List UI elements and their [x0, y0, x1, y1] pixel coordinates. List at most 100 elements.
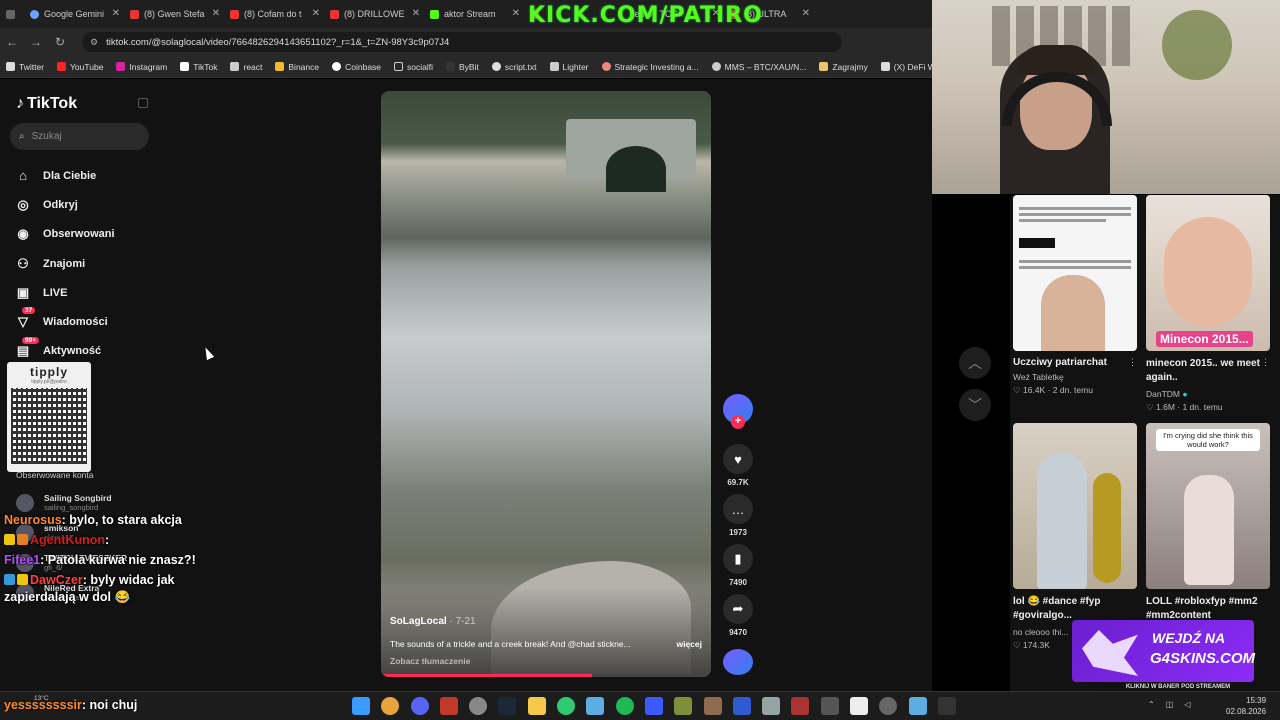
chevron-down-icon: ﹀ [968, 397, 982, 413]
sidebar-item-wiadomosci[interactable]: ▽ 37 Wiadomości [14, 307, 115, 336]
app-icon[interactable] [732, 697, 751, 715]
tab-kick[interactable]: aktor Stream ✕ [424, 0, 524, 28]
tab-gemini[interactable]: Google Gemini ✕ [24, 0, 124, 28]
follow-plus-icon[interactable]: + [731, 415, 745, 429]
terminal-icon[interactable] [937, 697, 956, 715]
recommended-card[interactable]: I'm crying did she think this would work… [1146, 423, 1270, 623]
bookmark-coinbase[interactable]: Coinbase [332, 62, 381, 72]
address-bar[interactable]: ⚙ tiktok.com/@solaglocal/video/7664826294… [82, 32, 842, 52]
settings-icon[interactable] [879, 697, 898, 715]
sidebar-item-dla-ciebie[interactable]: ⌂ Dla Ciebie [14, 161, 115, 190]
volume-icon[interactable]: ◁ [1184, 700, 1190, 709]
search-icon: ⌕ [19, 131, 25, 142]
instagram-icon [116, 62, 126, 71]
video-description: The sounds of a trickle and a creek brea… [390, 639, 702, 649]
tab-youtube-3[interactable]: (8) DRILLOWE ✕ [324, 0, 424, 28]
close-icon[interactable]: ✕ [312, 8, 320, 19]
sidebar-item-live[interactable]: ▣ LIVE [14, 278, 115, 307]
close-icon[interactable]: ✕ [412, 8, 420, 19]
app-icon[interactable] [762, 697, 781, 715]
bookmark-bybit[interactable]: ByBit [446, 62, 479, 72]
back-icon[interactable]: ← [0, 35, 24, 49]
app-icon[interactable] [820, 697, 839, 715]
tiktok-logo[interactable]: ♪ TikTok [16, 95, 77, 113]
spotify-icon[interactable] [615, 697, 634, 715]
sidebar-item-odkryj[interactable]: ◎ Odkryj [14, 190, 115, 219]
sidebar-item-obserwowani[interactable]: ◉ Obserwowani [14, 220, 114, 249]
next-creator-avatar[interactable] [723, 649, 753, 675]
app-icon[interactable] [791, 697, 810, 715]
bookmark-binance[interactable]: Binance [275, 62, 319, 72]
chrome-icon[interactable] [381, 697, 400, 715]
live-icon: ▣ [16, 284, 30, 300]
app-icon[interactable] [469, 697, 488, 715]
next-video-button[interactable]: ﹀ [959, 389, 991, 421]
recommended-card[interactable]: Uczciwy patriarchat Weź Tabletkę ♡ 16.4K… [1013, 195, 1137, 396]
share-count: 9470 [729, 628, 747, 637]
save-button[interactable]: ▮ 7490 [720, 544, 756, 587]
collapse-sidebar-icon[interactable] [138, 98, 148, 108]
folder-icon[interactable] [527, 697, 546, 715]
app-icon[interactable] [586, 697, 605, 715]
app-icon[interactable] [557, 697, 576, 715]
video-player[interactable]: SoLagLocal · 7-21 The sounds of a trickl… [381, 91, 711, 677]
tab-menu-button[interactable] [0, 0, 24, 28]
more-link[interactable]: więcej [676, 639, 702, 649]
screen: Google Gemini ✕ (8) Gwen Stefa ✕ (8) Cofam… [0, 0, 1280, 720]
discord-icon[interactable] [410, 697, 429, 715]
previous-video-button[interactable]: ︿ [959, 347, 991, 379]
share-button[interactable]: ➦ 9470 [720, 594, 756, 637]
chevron-up-icon[interactable]: ⌃ [1148, 700, 1155, 709]
g4skins-ad-banner[interactable]: WEJDŹ NA G4SKINS.COM [1072, 620, 1255, 682]
start-menu-icon[interactable] [352, 697, 370, 715]
forward-icon[interactable]: → [24, 35, 48, 49]
recommended-card[interactable]: Minecon 2015... minecon 2015.. we meet a… [1146, 195, 1270, 413]
network-icon[interactable]: ◫ [1166, 700, 1174, 709]
video-thumbnail [1013, 195, 1137, 351]
bookmark-zagrajmy[interactable]: Zagrajmy [819, 62, 868, 72]
comment-button[interactable]: … 1973 [720, 494, 756, 537]
app-icon[interactable] [850, 697, 869, 715]
recommended-card[interactable]: lol 😂 #dance #fyp #goviralgo... no cleoo… [1013, 423, 1137, 651]
github-icon [491, 62, 501, 71]
tab-youtube-1[interactable]: (8) Gwen Stefa ✕ [124, 0, 224, 28]
video-progress-bar[interactable] [381, 674, 711, 677]
webcam-plant [1162, 10, 1232, 80]
messages-badge: 37 [22, 307, 36, 315]
more-options-icon[interactable]: ⋮ [1261, 357, 1270, 368]
bookmark-twitter[interactable]: Twitter [6, 62, 44, 72]
sidebar-item-znajomi[interactable]: ⚇ Znajomi [14, 249, 115, 278]
bookmark-socialfi[interactable]: socialfi [394, 62, 433, 72]
search-input[interactable]: ⌕ Szukaj [10, 123, 149, 150]
bookmark-instagram[interactable]: Instagram [116, 62, 167, 72]
bookmark-script[interactable]: script.txt [491, 62, 537, 72]
site-info-icon[interactable]: ⚙ [90, 37, 98, 48]
system-clock[interactable]: 15:39 02.08.2026 [1226, 695, 1266, 717]
app-icon[interactable] [439, 697, 458, 715]
close-icon[interactable]: ✕ [512, 8, 520, 19]
app-icon[interactable] [644, 697, 663, 715]
bookmark-tiktok[interactable]: TikTok [180, 62, 217, 72]
like-button[interactable]: ♥ 69.7K [720, 444, 756, 487]
bookmark-strategic[interactable]: Strategic Investing a... [601, 62, 699, 72]
bookmark-react[interactable]: react [230, 62, 262, 72]
translate-link[interactable]: Zobacz tłumaczenie [390, 656, 470, 666]
steam-icon[interactable] [498, 697, 517, 715]
more-options-icon[interactable]: ⋮ [1128, 357, 1137, 368]
bookmark-lighter[interactable]: Lighter [549, 62, 589, 72]
close-icon[interactable]: ✕ [802, 8, 810, 19]
app-icon[interactable] [703, 697, 722, 715]
qr-code-image [11, 388, 87, 464]
bookmark-mms[interactable]: MMS – BTC/XAU/N... [711, 62, 806, 72]
bookmark-youtube[interactable]: YouTube [57, 62, 103, 72]
close-icon[interactable]: ✕ [112, 8, 120, 19]
stream-overlay-banner: KICK.COM/PATIRO [528, 3, 763, 28]
reload-icon[interactable]: ↻ [48, 35, 72, 49]
video-frame-arch [606, 146, 666, 192]
tab-youtube-2[interactable]: (8) Cofam do t ✕ [224, 0, 324, 28]
close-icon[interactable]: ✕ [212, 8, 220, 19]
app-icon[interactable] [908, 697, 927, 715]
app-icon[interactable] [674, 697, 693, 715]
video-author[interactable]: SoLagLocal · 7-21 [390, 616, 476, 627]
globe-icon [711, 62, 721, 71]
